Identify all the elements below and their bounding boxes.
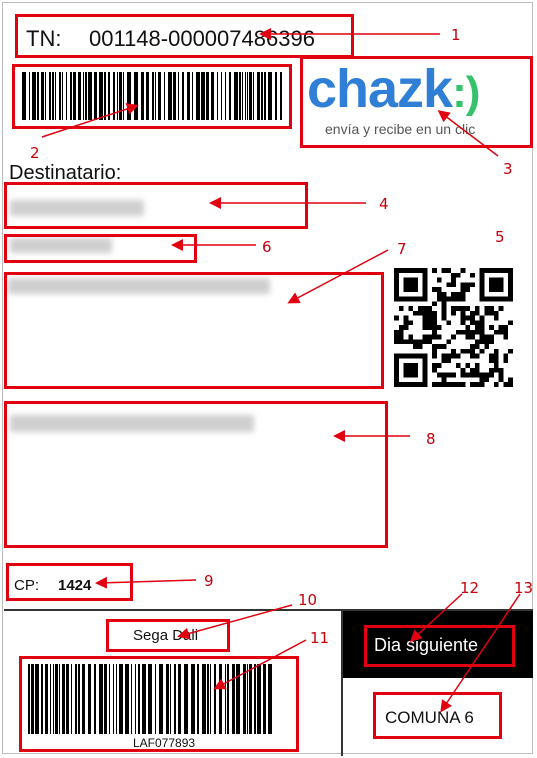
annotation-box-13 bbox=[373, 692, 502, 739]
annotation-number-2: 2 bbox=[30, 144, 40, 162]
annotation-box-7 bbox=[4, 272, 384, 389]
annotation-box-3 bbox=[300, 56, 533, 148]
annotation-number-4: 4 bbox=[379, 195, 389, 213]
annotation-box-11 bbox=[19, 656, 299, 752]
annotation-box-2 bbox=[12, 64, 292, 129]
annotation-number-1: 1 bbox=[451, 26, 461, 44]
annotation-number-10: 10 bbox=[298, 591, 318, 609]
annotation-box-8 bbox=[4, 401, 388, 548]
annotation-number-11: 11 bbox=[310, 629, 330, 647]
annotation-number-12: 12 bbox=[460, 579, 480, 597]
annotation-number-6: 6 bbox=[262, 238, 272, 256]
annotation-number-8: 8 bbox=[426, 430, 436, 448]
annotation-box-12 bbox=[364, 625, 515, 667]
annotation-number-13: 13 bbox=[514, 579, 534, 597]
annotation-number-3: 3 bbox=[503, 160, 513, 178]
annotation-box-1 bbox=[15, 14, 354, 58]
annotation-number-7: 7 bbox=[397, 240, 407, 258]
annotation-box-10 bbox=[106, 619, 230, 652]
annotation-box-4 bbox=[4, 182, 308, 229]
qr-code bbox=[394, 268, 513, 387]
annotation-box-9 bbox=[6, 563, 133, 601]
annotation-box-6 bbox=[4, 234, 197, 263]
annotation-number-9: 9 bbox=[204, 572, 214, 590]
annotation-number-5: 5 bbox=[495, 228, 505, 246]
